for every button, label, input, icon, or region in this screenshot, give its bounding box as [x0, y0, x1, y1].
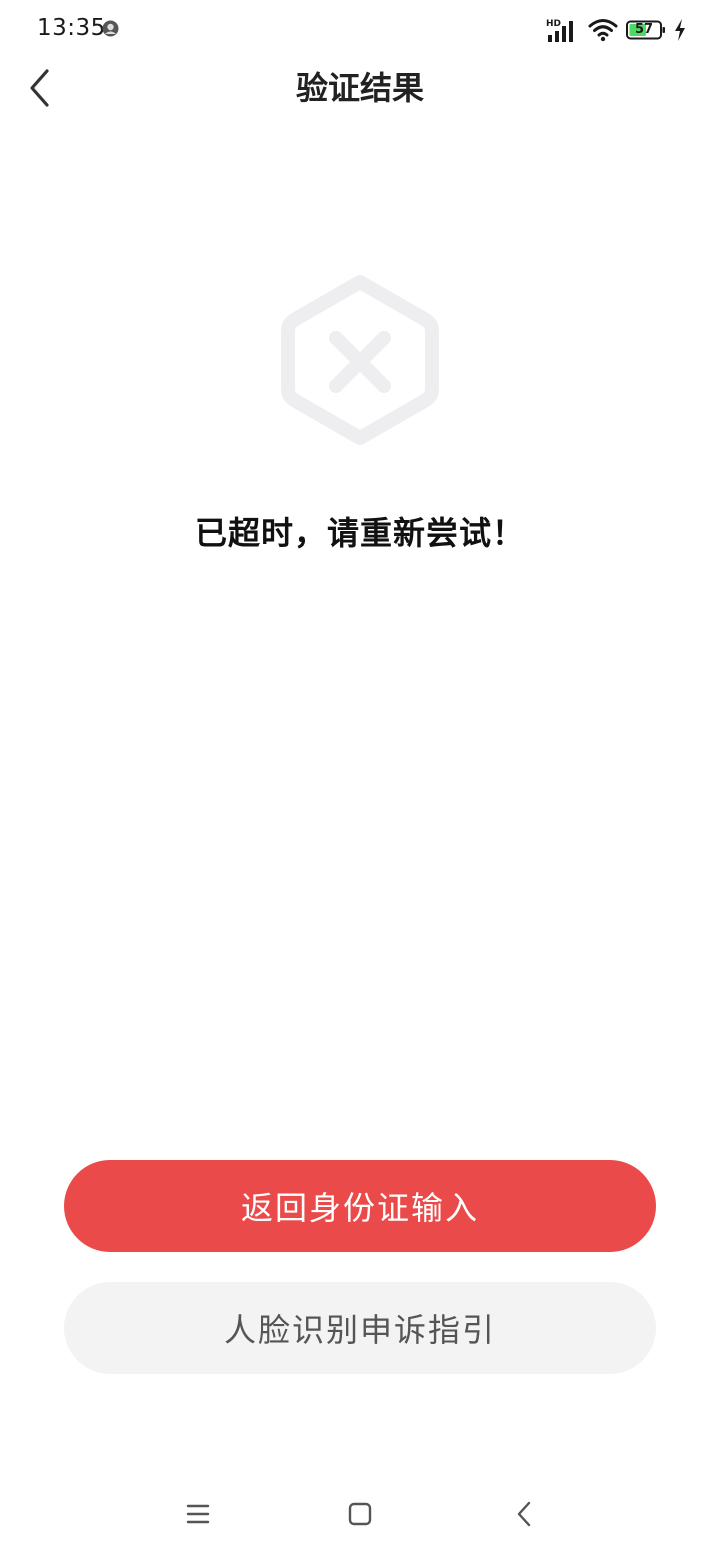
- chevron-left-icon: [30, 69, 49, 107]
- network-type-label: HD: [546, 19, 561, 29]
- charging-bolt-icon: [675, 19, 685, 41]
- system-nav-bar: [0, 1478, 720, 1550]
- signal-icon: HD: [546, 19, 573, 42]
- face-appeal-guide-button[interactable]: 人脸识别申诉指引: [64, 1282, 656, 1374]
- back-button[interactable]: [18, 62, 62, 114]
- page-title: 验证结果: [295, 69, 424, 107]
- system-back-button[interactable]: [502, 1492, 546, 1536]
- return-id-input-button[interactable]: 返回身份证输入: [64, 1160, 656, 1252]
- result-message: 已超时，请重新尝试！: [194, 514, 525, 552]
- system-home-button[interactable]: [338, 1492, 382, 1536]
- status-time: 13:35: [37, 15, 106, 41]
- battery-level: 57: [634, 22, 654, 37]
- menu-icon: [186, 1504, 210, 1524]
- hexagon-close-icon: [281, 275, 439, 445]
- home-square-icon: [348, 1502, 372, 1526]
- notification-avatar-icon: [102, 20, 119, 37]
- status-right-group: HD 57: [546, 16, 686, 44]
- back-triangle-icon: [517, 1501, 531, 1527]
- status-bar: 13:35 HD 57: [0, 0, 720, 58]
- system-menu-button[interactable]: [176, 1492, 220, 1536]
- nav-header: 验证结果: [0, 58, 720, 118]
- battery-icon: 57: [626, 20, 666, 40]
- screen: 13:35 HD 57 验证结果 已超时，请重新尝试！ 返回身份证输入 人脸识别…: [0, 0, 720, 1560]
- wifi-icon: [588, 19, 618, 42]
